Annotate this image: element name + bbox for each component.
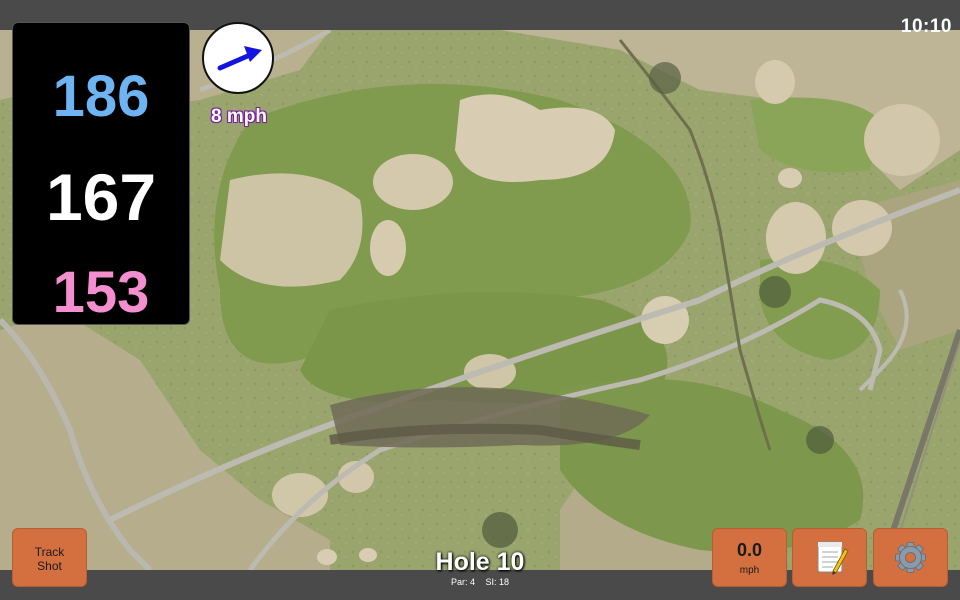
hole-info: Par: 4 SI: 18	[380, 577, 580, 587]
wind-indicator[interactable]	[202, 22, 274, 94]
wind-direction-arrow-icon	[217, 46, 262, 71]
hole-title[interactable]: Hole 10	[380, 548, 580, 577]
track-shot-button[interactable]: Track Shot	[12, 528, 87, 587]
distance-panel[interactable]: 186 167 153	[12, 22, 190, 325]
distance-front: 153	[52, 260, 150, 325]
speed-value: 0.0	[736, 540, 763, 560]
speed-button[interactable]: 0.0 mph	[712, 528, 787, 587]
track-shot-label-line2: Shot	[37, 559, 62, 573]
clock: 10:10	[900, 16, 952, 37]
track-shot-label-line1: Track	[34, 545, 65, 559]
distance-back: 186	[52, 64, 150, 129]
gear-icon	[895, 542, 926, 573]
golf-gps-screen: 10:10 186 167 153 8 mph Track Shot Hole …	[0, 0, 960, 600]
speed-unit: mph	[739, 565, 760, 576]
settings-button[interactable]	[873, 528, 948, 587]
par-label: Par: 4	[450, 577, 475, 587]
distance-center: 167	[45, 160, 157, 234]
wind-speed-label: 8 mph	[211, 106, 267, 127]
stroke-index-label: SI: 18	[485, 577, 510, 587]
notes-button[interactable]	[792, 528, 867, 587]
notepad-icon	[817, 541, 849, 575]
